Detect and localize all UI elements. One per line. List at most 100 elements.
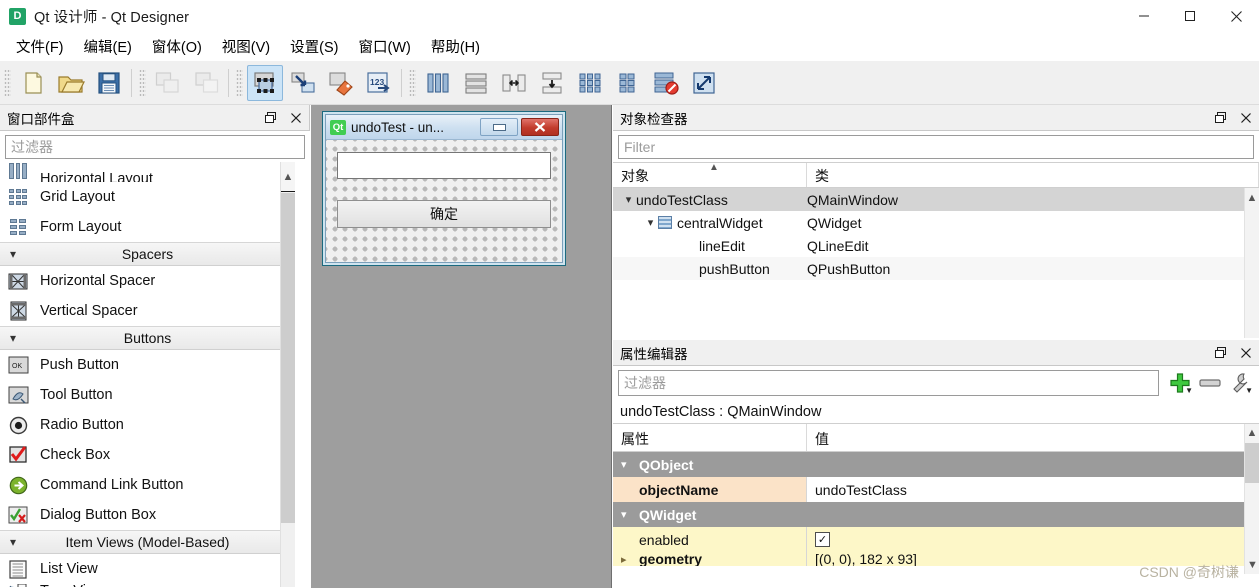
property-editor-filter-input[interactable]: 过滤器 [618,370,1159,396]
form-window[interactable]: Qt undoTest - un... 确定 [325,114,563,263]
form-close-button[interactable] [521,118,559,136]
form-selection-frame[interactable]: Qt undoTest - un... 确定 [322,111,566,266]
widget-item-grid-layout[interactable]: Grid Layout [0,182,295,212]
open-form-button[interactable] [53,65,89,101]
checkbox-icon[interactable]: ✓ [815,532,830,547]
widget-item-push-button[interactable]: OK Push Button [0,350,295,380]
menu-window[interactable]: 窗口(W) [348,33,420,60]
edit-tab-order-button[interactable]: 123 [361,65,397,101]
menu-form[interactable]: 窗体(O) [142,33,212,60]
property-group-qobject[interactable]: ▾ QObject [613,452,1259,477]
new-form-button[interactable] [15,65,51,101]
layout-vertically-button[interactable] [458,65,494,101]
configure-button[interactable]: ▼ [1225,368,1255,398]
toolbar-grip[interactable] [139,69,146,97]
widget-item-vertical-spacer[interactable]: Vertical Spacer [0,296,295,326]
toolbar-grip[interactable] [4,69,11,97]
menu-file[interactable]: 文件(F) [6,33,74,60]
table-row[interactable]: ▾ undoTestClass QMainWindow [613,188,1259,211]
form-canvas[interactable]: Qt undoTest - un... 确定 [311,105,612,588]
column-header-property[interactable]: 属性 [613,424,807,451]
object-inspector-scrollbar[interactable]: ▲ [1244,188,1259,338]
form-central-widget[interactable]: 确定 [326,140,562,262]
widget-group-spacers[interactable]: ▾ Spacers [0,242,295,266]
property-group-qwidget[interactable]: ▾ QWidget [613,502,1259,527]
float-icon[interactable] [257,106,283,130]
chevron-right-icon[interactable]: ▸ [621,553,639,566]
chevron-up-icon[interactable]: ▲ [281,162,295,192]
widget-item-dialog-button-box[interactable]: Dialog Button Box [0,500,295,530]
chevron-down-icon[interactable]: ▼ [1245,386,1253,395]
widget-item-tree-view[interactable]: Tree View [0,584,295,587]
chevron-down-icon[interactable]: ▾ [621,508,639,521]
widget-item-command-link-button[interactable]: Command Link Button [0,470,295,500]
chevron-up-icon[interactable]: ▲ [1245,188,1259,208]
chevron-down-icon[interactable]: ▾ [643,216,658,229]
layout-horizontally-button[interactable] [420,65,456,101]
toolbar-grip[interactable] [236,69,243,97]
table-row[interactable]: objectName undoTestClass [613,477,1259,502]
close-button[interactable] [1213,0,1259,32]
break-layout-button[interactable] [648,65,684,101]
table-row[interactable]: ▸ geometry [(0, 0), 182 x 93] [613,552,1259,566]
widget-group-buttons[interactable]: ▾ Buttons [0,326,295,350]
column-header-value[interactable]: 值 [807,424,1259,451]
chevron-down-icon[interactable]: ▾ [621,193,636,206]
object-inspector-filter-input[interactable]: Filter [618,135,1254,159]
scrollbar-thumb[interactable] [1245,443,1259,483]
undo-button[interactable] [150,65,186,101]
form-line-edit[interactable] [337,152,551,179]
widget-item-list-view[interactable]: List View [0,554,295,584]
widget-box-filter-input[interactable]: 过滤器 [5,135,305,159]
chevron-down-icon[interactable]: ▾ [621,458,639,471]
form-push-button[interactable]: 确定 [337,200,551,228]
menu-help[interactable]: 帮助(H) [421,33,490,60]
close-icon[interactable] [1233,106,1259,130]
toolbar-grip[interactable] [409,69,416,97]
edit-signals-slots-button[interactable] [285,65,321,101]
float-icon[interactable] [1207,341,1233,365]
maximize-button[interactable] [1167,0,1213,32]
save-form-button[interactable] [91,65,127,101]
layout-splitter-vertical-button[interactable] [534,65,570,101]
table-row[interactable]: ▾ centralWidget QWidget [613,211,1259,234]
menu-settings[interactable]: 设置(S) [280,33,348,60]
scrollbar-thumb[interactable] [281,193,295,523]
widget-item-horizontal-spacer[interactable]: Horizontal Spacer [0,266,295,296]
table-row[interactable]: enabled ✓ [613,527,1259,552]
remove-property-button[interactable] [1195,368,1225,398]
property-value-geometry[interactable]: [(0, 0), 182 x 93] [807,552,1259,566]
layout-grid-button[interactable] [572,65,608,101]
widget-item-tool-button[interactable]: Tool Button [0,380,295,410]
widget-item-radio-button[interactable]: Radio Button [0,410,295,440]
layout-splitter-horizontal-button[interactable] [496,65,532,101]
table-row[interactable]: pushButton QPushButton [613,257,1259,280]
property-editor-scrollbar[interactable]: ▲ ▼ [1244,424,1259,574]
chevron-down-icon[interactable]: ▼ [1245,556,1259,574]
float-icon[interactable] [1207,106,1233,130]
widget-box-scrollbar[interactable]: ▲ [280,162,295,587]
edit-widgets-button[interactable] [247,65,283,101]
add-property-button[interactable]: ▼ [1165,368,1195,398]
widget-item-check-box[interactable]: Check Box [0,440,295,470]
minimize-button[interactable] [1121,0,1167,32]
widget-item-horizontal-layout[interactable]: Horizontal Layout [0,162,295,182]
form-minimize-button[interactable] [480,118,518,136]
edit-buddies-button[interactable] [323,65,359,101]
menu-edit[interactable]: 编辑(E) [74,33,142,60]
layout-form-button[interactable] [610,65,646,101]
chevron-up-icon[interactable]: ▲ [1245,424,1259,442]
adjust-size-button[interactable] [686,65,722,101]
menu-view[interactable]: 视图(V) [212,33,280,60]
widget-item-form-layout[interactable]: Form Layout [0,212,295,242]
column-header-object[interactable]: 对象 ▲ [613,163,807,187]
chevron-down-icon[interactable]: ▼ [1185,386,1193,395]
close-icon[interactable] [283,106,309,130]
widget-group-item-views[interactable]: ▾ Item Views (Model-Based) [0,530,295,554]
property-value[interactable]: undoTestClass [807,477,1259,502]
redo-button[interactable] [188,65,224,101]
column-header-class[interactable]: 类 [807,163,1259,187]
table-row[interactable]: lineEdit QLineEdit [613,234,1259,257]
property-value[interactable]: ✓ [807,527,1259,552]
close-icon[interactable] [1233,341,1259,365]
